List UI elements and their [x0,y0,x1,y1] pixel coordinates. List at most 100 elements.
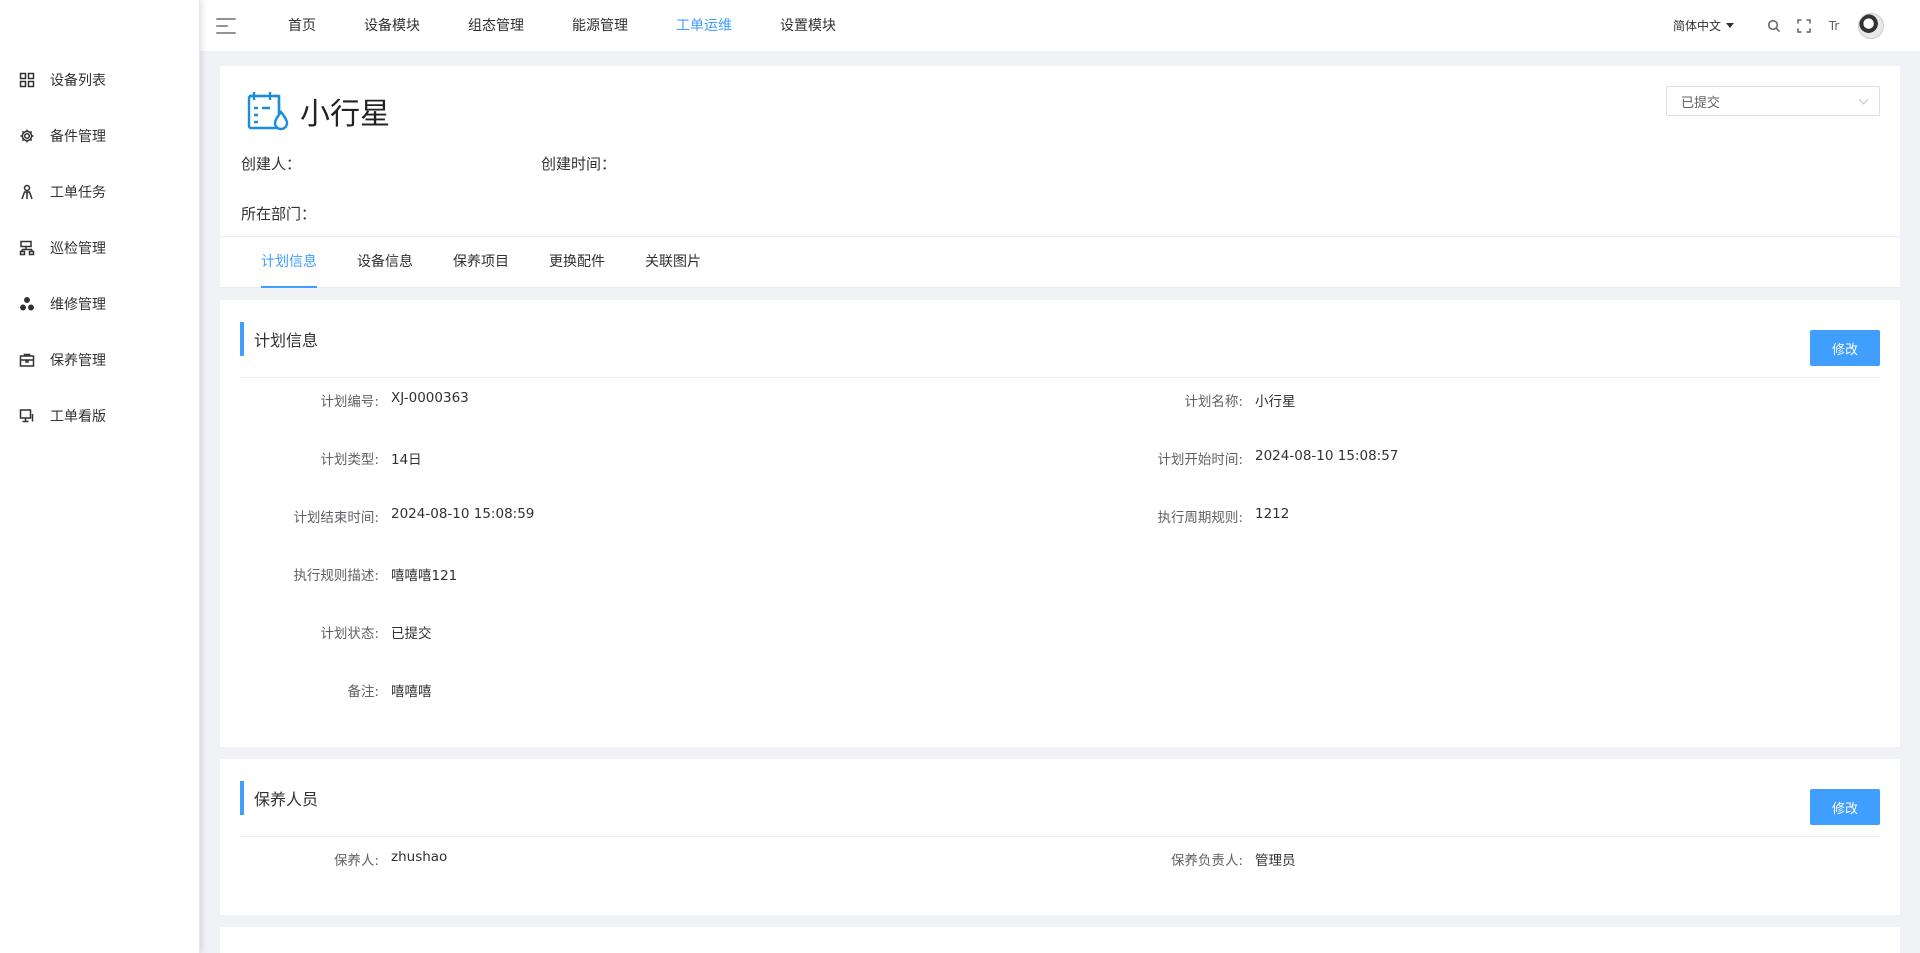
field-value: 1212 [1255,506,1290,522]
department-label: 所在部门： [241,205,317,223]
field-label: 计划结束时间: [293,510,379,526]
sidebar-item-label: 工单任务 [50,185,106,201]
sidebar-item-repair[interactable]: 维修管理 [0,276,199,332]
maintenance-staff-edit-button[interactable]: 修改 [1810,789,1880,825]
next-section-card [220,927,1900,953]
field-label: 执行规则描述: [293,568,379,584]
field-plan-start-time: 计划开始时间: 2024-08-10 15:08:57 [1060,436,1880,494]
field-label: 计划类型: [320,452,379,468]
field-remarks: 备注: 嘻嘻嘻 [240,668,1060,726]
tab-related-images[interactable]: 关联图片 [645,237,701,287]
chevron-down-icon [1858,94,1869,105]
field-value: 已提交 [391,626,432,642]
topbar-actions: 简体中文 Tr [1673,12,1920,39]
field-empty [1060,610,1880,668]
nav-item-work-order-ops[interactable]: 工单运维 [676,0,732,52]
field-label: 保养负责人: [1170,853,1243,869]
language-selector[interactable]: 简体中文 [1673,17,1734,34]
sidebar-item-inspection[interactable]: 巡检管理 [0,220,199,276]
status-select[interactable]: 已提交 [1666,86,1880,116]
sidebar: 设备列表 备件管理 工单任务 巡检管理 维修管理 保养管理 工单看版 [0,0,200,953]
plan-info-edit-button[interactable]: 修改 [1810,330,1880,366]
field-label: 计划名称: [1184,394,1243,410]
field-plan-end-time: 计划结束时间: 2024-08-10 15:08:59 [240,494,1060,552]
sidebar-item-label: 备件管理 [50,129,106,145]
monitor-icon [18,407,36,425]
maintenance-staff-header: 保养人员 修改 [240,759,1880,837]
sidebar-item-device-list[interactable]: 设备列表 [0,52,199,108]
field-maintenance-lead: 保养负责人: 管理员 [1060,837,1880,895]
sidebar-item-label: 工单看版 [50,409,106,425]
plan-info-title: 计划信息 [254,330,319,350]
user-avatar[interactable] [1858,12,1884,39]
cluster-icon [18,295,36,313]
caret-down-icon [1726,23,1734,28]
sidebar-item-label: 设备列表 [50,73,106,89]
tab-replacement-parts[interactable]: 更换配件 [549,237,605,287]
sidebar-item-maintenance[interactable]: 保养管理 [0,332,199,388]
section-accent-bar [240,321,244,356]
detail-tabs: 计划信息 设备信息 保养项目 更换配件 关联图片 [220,236,1900,288]
field-label: 计划编号: [320,394,379,410]
field-plan-status: 计划状态: 已提交 [240,610,1060,668]
sidebar-item-work-order-board[interactable]: 工单看版 [0,388,199,444]
sidebar-menu: 设备列表 备件管理 工单任务 巡检管理 维修管理 保养管理 工单看版 [0,0,199,444]
created-time-label: 创建时间： [541,155,617,173]
maintenance-staff-card: 保养人员 修改 保养人: zhushao 保养负责人: 管理员 [220,759,1900,915]
maintenance-staff-fields: 保养人: zhushao 保养负责人: 管理员 [240,837,1880,895]
briefcase-icon [18,351,36,369]
sidebar-item-label: 巡检管理 [50,241,106,257]
field-label: 备注: [347,684,379,700]
page-title: 小行星 [300,97,390,132]
field-rule-description: 执行规则描述: 嘻嘻嘻121 [240,552,1060,610]
field-value: 2024-08-10 15:08:59 [391,506,535,522]
field-empty [1060,552,1880,610]
plan-info-header: 计划信息 修改 [240,300,1880,378]
section-accent-bar [240,780,244,815]
field-label: 计划开始时间: [1157,452,1243,468]
creator-label: 创建人： [241,155,302,173]
grid-icon [18,71,36,89]
field-value: 2024-08-10 15:08:57 [1255,448,1399,464]
field-value: 管理员 [1255,853,1296,869]
search-icon[interactable] [1766,18,1782,34]
plan-info-card: 计划信息 修改 计划编号: XJ-0000363 计划名称: 小行星 计划类型:… [220,300,1900,747]
language-label: 简体中文 [1672,19,1721,33]
field-label: 计划状态: [320,626,379,642]
title-row: 小行星 [244,88,390,134]
created-time-row: 创建时间： [541,153,625,174]
nav-item-device-module[interactable]: 设备模块 [364,0,420,52]
field-plan-type: 计划类型: 14日 [240,436,1060,494]
nav-item-configuration[interactable]: 组态管理 [468,0,524,52]
sitemap-icon [18,239,36,257]
field-value: 嘻嘻嘻121 [391,568,458,584]
nav-item-settings-module[interactable]: 设置模块 [780,0,836,52]
sidebar-item-spare-parts[interactable]: 备件管理 [0,108,199,164]
gear-icon [18,127,36,145]
sidebar-item-label: 维修管理 [50,297,106,313]
field-value: 嘻嘻嘻 [391,684,432,700]
plan-info-fields: 计划编号: XJ-0000363 计划名称: 小行星 计划类型: 14日 计划开… [240,378,1880,726]
tab-maintenance-items[interactable]: 保养项目 [453,237,509,287]
field-value: XJ-0000363 [391,390,469,406]
nav-item-energy[interactable]: 能源管理 [572,0,628,52]
tab-device-info[interactable]: 设备信息 [357,237,413,287]
top-navbar: 首页 设备模块 组态管理 能源管理 工单运维 设置模块 简体中文 Tr [200,0,1920,52]
status-select-value: 已提交 [1681,95,1721,111]
nav-item-home[interactable]: 首页 [288,0,316,52]
creator-row: 创建人： [241,153,310,174]
sidebar-item-label: 保养管理 [50,353,106,369]
font-size-icon[interactable]: Tr [1826,18,1842,34]
menu-toggle-icon[interactable] [216,17,236,34]
field-label: 执行周期规则: [1157,510,1243,526]
maintenance-plan-icon [244,88,290,134]
field-value: 14日 [391,452,422,468]
field-value: 小行星 [1255,394,1296,410]
maintenance-staff-title: 保养人员 [254,789,319,809]
field-value: zhushao [391,849,448,865]
field-maintainer: 保养人: zhushao [240,837,1060,895]
sidebar-item-work-orders[interactable]: 工单任务 [0,164,199,220]
field-plan-name: 计划名称: 小行星 [1060,378,1880,436]
fullscreen-icon[interactable] [1796,18,1812,34]
tab-plan-info[interactable]: 计划信息 [261,237,317,288]
